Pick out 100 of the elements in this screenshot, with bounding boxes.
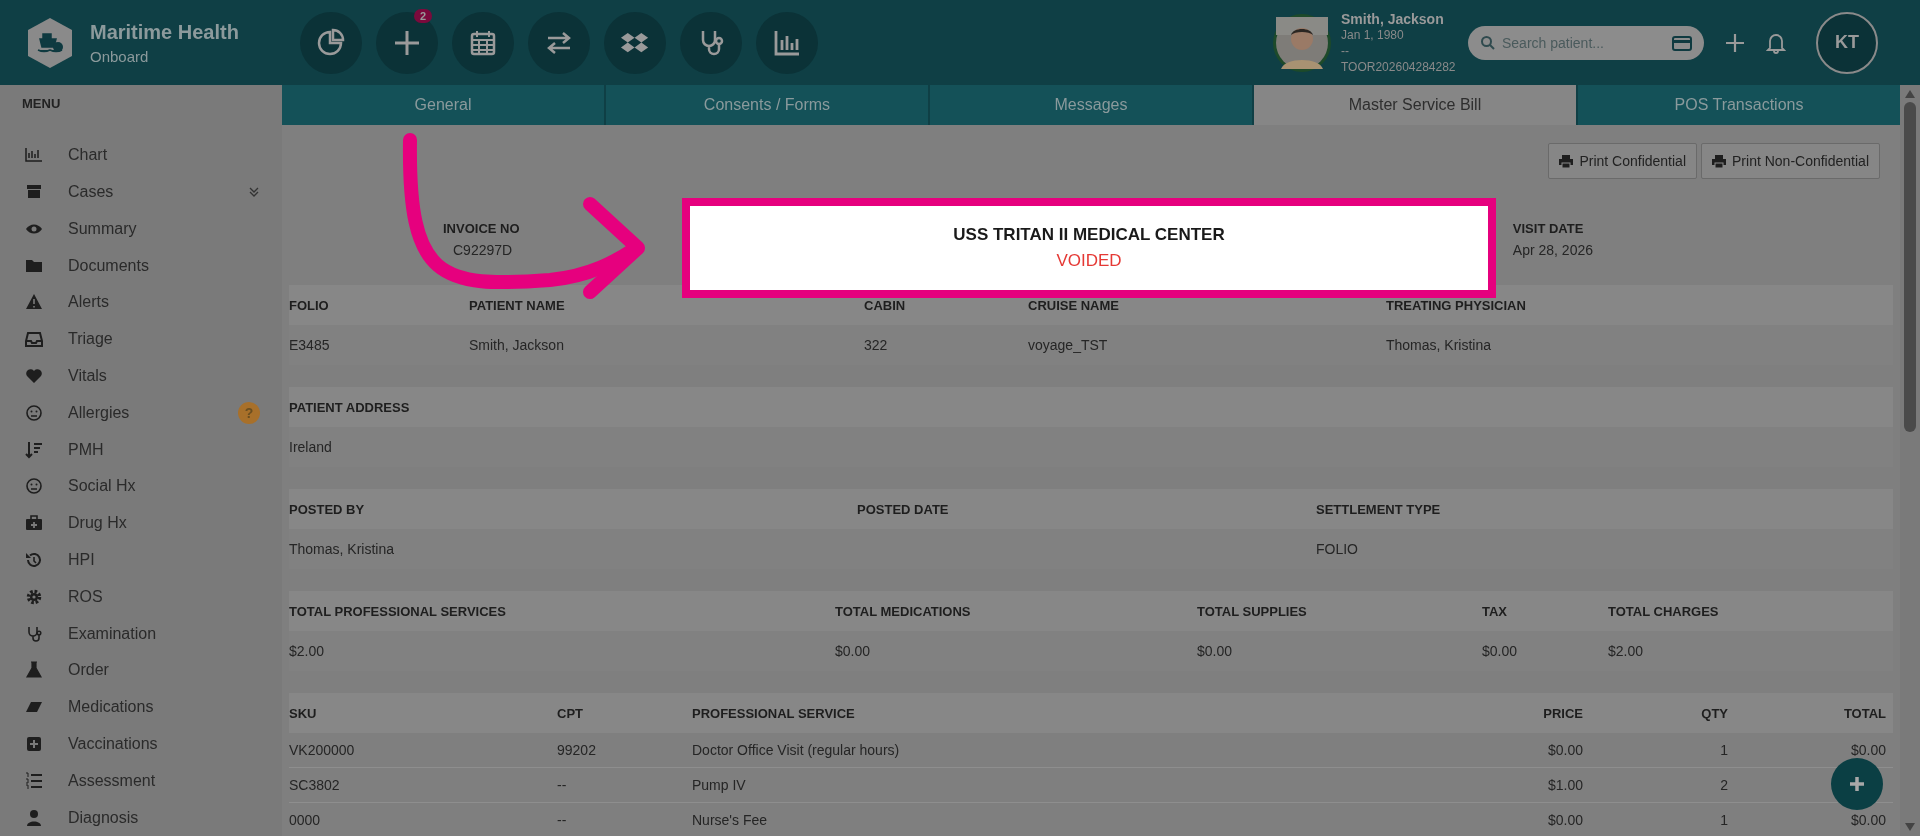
tab[interactable]: Consents / Forms: [606, 85, 930, 125]
menu-item-label: Medications: [68, 698, 155, 717]
column-header: CABIN: [864, 297, 907, 313]
table-cell-text: Thomas, Kristina: [289, 541, 396, 557]
table-cell-text: Pump IV: [692, 777, 747, 793]
app-subtitle: Onboard: [90, 47, 150, 65]
invoice-number: C92297D: [452, 242, 514, 258]
table-cell-text: $1.00: [1546, 777, 1583, 793]
table-cell-text: $0.00: [1849, 742, 1886, 758]
scroll-up-icon[interactable]: [1905, 90, 1915, 98]
tab[interactable]: POS Transactions: [1578, 85, 1900, 125]
menu-item-label: Documents: [68, 256, 150, 275]
menu-item[interactable]: Order: [0, 652, 282, 689]
menu-item-label: Drug Hx: [68, 514, 128, 533]
table-cell-text: Ireland: [289, 439, 333, 455]
menu-item[interactable]: Vaccinations: [0, 725, 282, 763]
help-badge: ?: [238, 401, 260, 424]
column-header: CPT: [557, 705, 584, 721]
bell-icon[interactable]: [1766, 31, 1786, 54]
menu-item-label: ROS: [68, 587, 104, 606]
flask-icon: [25, 661, 43, 680]
plus-icon[interactable]: [1724, 31, 1746, 54]
menu-item[interactable]: Summary: [0, 210, 282, 248]
scrollbar-thumb[interactable]: [1904, 102, 1916, 432]
column-header: TOTAL MEDICATIONS: [835, 603, 972, 619]
toolbar-button[interactable]: 2: [376, 11, 438, 74]
table-cell-text: 1: [1719, 742, 1728, 758]
column-header: TOTAL SUPPLIES: [1197, 603, 1308, 619]
tab[interactable]: Messages: [930, 85, 1254, 125]
column-header: SKU: [289, 705, 318, 721]
scroll-down-icon[interactable]: [1905, 823, 1915, 831]
tab[interactable]: General: [282, 85, 606, 125]
column-header: SETTLEMENT TYPE: [1316, 501, 1442, 517]
table-cell-text: E3485: [289, 337, 331, 353]
column-header: PRICE: [1542, 705, 1583, 721]
table-cell-text: $2.00: [1608, 643, 1645, 659]
menu-item-label: Allergies: [68, 403, 131, 422]
table-cell-text: $0.00: [1482, 643, 1519, 659]
patient-id: TOOR202604284282: [1341, 58, 1456, 75]
menu-item[interactable]: PMH: [0, 431, 282, 469]
menu-item-label: Triage: [68, 330, 114, 349]
patient-name: Smith, Jackson: [1341, 10, 1445, 27]
menu-item[interactable]: Allergies ?: [0, 394, 282, 432]
menu-item[interactable]: Documents: [0, 247, 282, 285]
table-cell-text: 1: [1719, 812, 1728, 828]
table-cell-text: $0.00: [1546, 742, 1583, 758]
search-field[interactable]: Search patient...: [1468, 25, 1704, 60]
table-cell-text: Doctor Office Visit (regular hours): [692, 742, 901, 758]
table-cell-text: Smith, Jackson: [469, 337, 565, 353]
column-header: PATIENT NAME: [469, 297, 566, 313]
menu-item[interactable]: Medications: [0, 688, 282, 726]
print-button[interactable]: Print Confidential: [1548, 143, 1698, 179]
warning-icon: [25, 293, 43, 312]
menu-item[interactable]: Examination: [0, 615, 282, 652]
menu-item-label: HPI: [68, 551, 96, 569]
menu-item-label: PMH: [68, 440, 105, 459]
menu-item[interactable]: Social Hx: [0, 468, 282, 505]
column-header: QTY: [1700, 705, 1728, 721]
table-cell-text: $0.00: [1849, 812, 1886, 828]
scrollbar[interactable]: [1900, 85, 1920, 836]
double-chevron-icon[interactable]: [248, 186, 260, 199]
menu-item-label: Examination: [68, 624, 158, 643]
gear-icon: [25, 587, 43, 606]
table-cell-text: 0000: [289, 812, 322, 828]
table-cell-text: 99202: [557, 742, 597, 758]
menu-item[interactable]: HPI: [0, 541, 282, 579]
visit-date-label: VISIT DATE: [1512, 221, 1585, 236]
column-header: CRUISE NAME: [1028, 297, 1120, 313]
menu-item[interactable]: Drug Hx: [0, 504, 282, 542]
patient-detail: --: [1341, 42, 1350, 59]
menu-item[interactable]: Triage: [0, 320, 282, 358]
menu-item[interactable]: Assessment: [0, 762, 282, 800]
menu-item[interactable]: Chart: [0, 136, 282, 174]
menu-item-label: Order: [68, 661, 110, 680]
stethoscope-icon: [25, 624, 43, 643]
print-button[interactable]: Print Non-Confidential: [1701, 143, 1880, 179]
column-header: FOLIO: [289, 297, 330, 313]
sort-icon: [25, 440, 43, 459]
menu-item[interactable]: Vitals: [0, 357, 282, 395]
table-cell-text: $0.00: [835, 643, 872, 659]
menu-item[interactable]: Alerts: [0, 284, 282, 321]
menu-item-label: Chart: [68, 146, 109, 165]
table-cell-text: $0.00: [1197, 643, 1234, 659]
user-avatar-button[interactable]: KT: [1816, 11, 1878, 74]
table-cell-text: $2.00: [289, 643, 326, 659]
printer-icon: [1559, 154, 1574, 168]
tab[interactable]: Master Service Bill: [1254, 85, 1578, 125]
search-icon: [1480, 34, 1496, 51]
menu-item-label: Vaccinations: [68, 735, 159, 753]
table-cell-text: VK200000: [289, 742, 356, 758]
table-cell-text: --: [557, 777, 568, 793]
menu-item[interactable]: Diagnosis: [0, 799, 282, 836]
table-cell-text: Nurse's Fee: [692, 812, 769, 828]
add-button[interactable]: [1831, 758, 1883, 810]
menu-item[interactable]: Cases: [0, 173, 282, 211]
menu-item[interactable]: ROS: [0, 578, 282, 616]
pie-chart-icon: [316, 27, 346, 58]
menu-item-label: Assessment: [68, 771, 157, 790]
numbered-list-icon: [25, 771, 43, 790]
bar-chart-icon: [25, 146, 43, 165]
